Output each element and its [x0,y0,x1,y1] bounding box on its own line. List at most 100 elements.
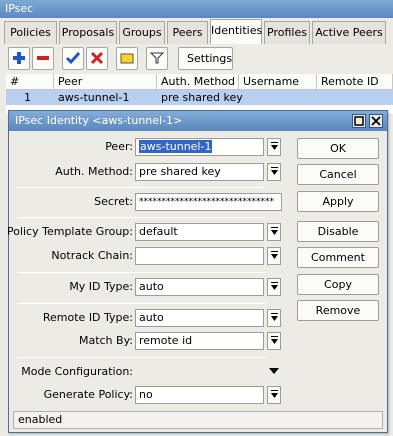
secret-field[interactable]: ****************************** [135,193,282,211]
dropdown-arrow-icon [271,251,278,259]
generate-policy-select[interactable]: no [135,386,264,404]
apply-button[interactable]: Apply [297,191,379,212]
column-header-username[interactable]: Username [239,74,317,90]
copy-button[interactable]: Copy [297,274,379,295]
remote-id-type-dropdown-button[interactable] [267,309,281,327]
column-header-peer[interactable]: Peer [54,74,157,90]
dropdown-arrow-icon [271,313,278,321]
policy-template-group-label: Policy Template Group: [6,225,133,238]
tab-policies[interactable]: Policies [4,21,57,44]
match-by-dropdown-button[interactable] [267,332,281,350]
ipsec-identity-dialog: IPsec Identity <aws-tunnel-1> Peer: aws-… [6,110,388,433]
cross-icon [90,51,104,65]
row-peer: aws-tunnel-1 [58,91,130,104]
note-icon [120,53,134,64]
mode-configuration-label: Mode Configuration: [21,365,133,378]
peer-value: aws-tunnel-1 [139,140,213,153]
notrack-chain-label: Notrack Chain: [51,249,133,262]
identities-table: # Peer Auth. Method Username Remote ID 1… [6,74,393,114]
expand-arrow-icon[interactable] [268,367,280,375]
notrack-chain-label-box: Notrack Chain: [9,247,133,265]
filter-icon [150,52,164,64]
dialog-title: IPsec Identity <aws-tunnel-1> [9,111,387,131]
maximize-icon [354,116,364,126]
notrack-chain-dropdown-button[interactable] [267,247,281,265]
maximize-button[interactable] [352,114,366,128]
row-username [239,90,243,105]
separator [17,272,265,273]
dropdown-arrow-icon [271,336,278,344]
mode-configuration-label-box: Mode Configuration: [9,363,133,381]
peer-dropdown-button[interactable] [267,138,281,156]
generate-policy-dropdown-button[interactable] [267,386,281,404]
remote-id-type-label-box: Remote ID Type: [9,309,133,327]
auth-method-label: Auth. Method: [55,165,133,178]
policy-template-group-select[interactable]: default [135,223,264,241]
tab-profiles[interactable]: Profiles [264,21,310,44]
match-by-label: Match By: [78,334,133,347]
column-header-number[interactable]: # [6,74,54,90]
tab-proposals[interactable]: Proposals [59,21,117,44]
tab-groups[interactable]: Groups [119,21,165,44]
column-header-auth-method[interactable]: Auth. Method [157,74,239,90]
row-remote-id [317,90,321,105]
separator [17,357,265,358]
secret-label-box: Secret: [9,193,133,211]
remove-button[interactable]: Remove [297,300,379,321]
column-header-remote-id[interactable]: Remote ID [317,74,393,90]
generate-policy-label: Generate Policy: [43,388,133,401]
generate-policy-label-box: Generate Policy: [9,386,133,404]
match-by-select[interactable]: remote id [135,332,264,350]
tab-identities[interactable]: Identities [210,19,262,44]
checkmark-icon [66,52,80,65]
table-row[interactable]: 1 aws-tunnel-1 pre shared key [6,90,393,105]
policy-template-group-dropdown-button[interactable] [267,223,281,241]
remove-button[interactable] [32,47,54,70]
disable-button[interactable]: Disable [297,221,379,242]
row-number: 1 [24,91,31,104]
comment-button[interactable]: Comment [297,247,379,268]
my-id-type-label-box: My ID Type: [9,278,133,296]
settings-button[interactable]: Settings [178,47,233,70]
status-bar: enabled [13,411,383,429]
my-id-type-select[interactable]: auto [135,278,264,296]
tab-bar: Policies Proposals Groups Peers Identiti… [0,18,393,44]
minus-icon [37,56,49,60]
dropdown-arrow-icon [271,282,278,290]
window-title: IPsec [0,0,393,18]
auth-method-dropdown-button[interactable] [267,163,281,181]
filter-button[interactable] [146,47,168,70]
dropdown-arrow-icon [271,227,278,235]
peer-label: Peer: [105,140,133,153]
row-auth-method: pre shared key [161,91,243,104]
separator [17,303,265,304]
plus-icon [13,52,25,64]
secret-label: Secret: [94,195,133,208]
separator [17,217,265,218]
notrack-chain-select[interactable] [135,247,264,265]
add-button[interactable] [8,47,30,70]
dropdown-arrow-icon [271,167,278,175]
my-id-type-dropdown-button[interactable] [267,278,281,296]
remote-id-type-select[interactable]: auto [135,309,264,327]
auth-method-select[interactable]: pre shared key [135,163,264,181]
comment-button[interactable] [116,47,138,70]
close-button[interactable] [369,114,383,128]
tab-active-peers[interactable]: Active Peers [312,21,386,44]
dropdown-arrow-icon [271,390,278,398]
remote-id-type-label: Remote ID Type: [42,311,133,324]
mode-configuration-value[interactable] [135,363,264,381]
match-by-label-box: Match By: [9,332,133,350]
enable-button[interactable] [62,47,84,70]
toolbar: Settings [0,44,393,74]
peer-select[interactable]: aws-tunnel-1 [135,138,264,156]
tab-peers[interactable]: Peers [167,21,208,44]
dropdown-arrow-icon [271,142,278,150]
peer-label-box: Peer: [9,138,133,156]
auth-method-label-box: Auth. Method: [9,163,133,181]
policy-template-group-label-box: Policy Template Group: [6,223,133,241]
cancel-button[interactable]: Cancel [297,164,379,185]
separator [17,187,265,188]
ok-button[interactable]: OK [297,138,379,159]
disable-button[interactable] [86,47,108,70]
